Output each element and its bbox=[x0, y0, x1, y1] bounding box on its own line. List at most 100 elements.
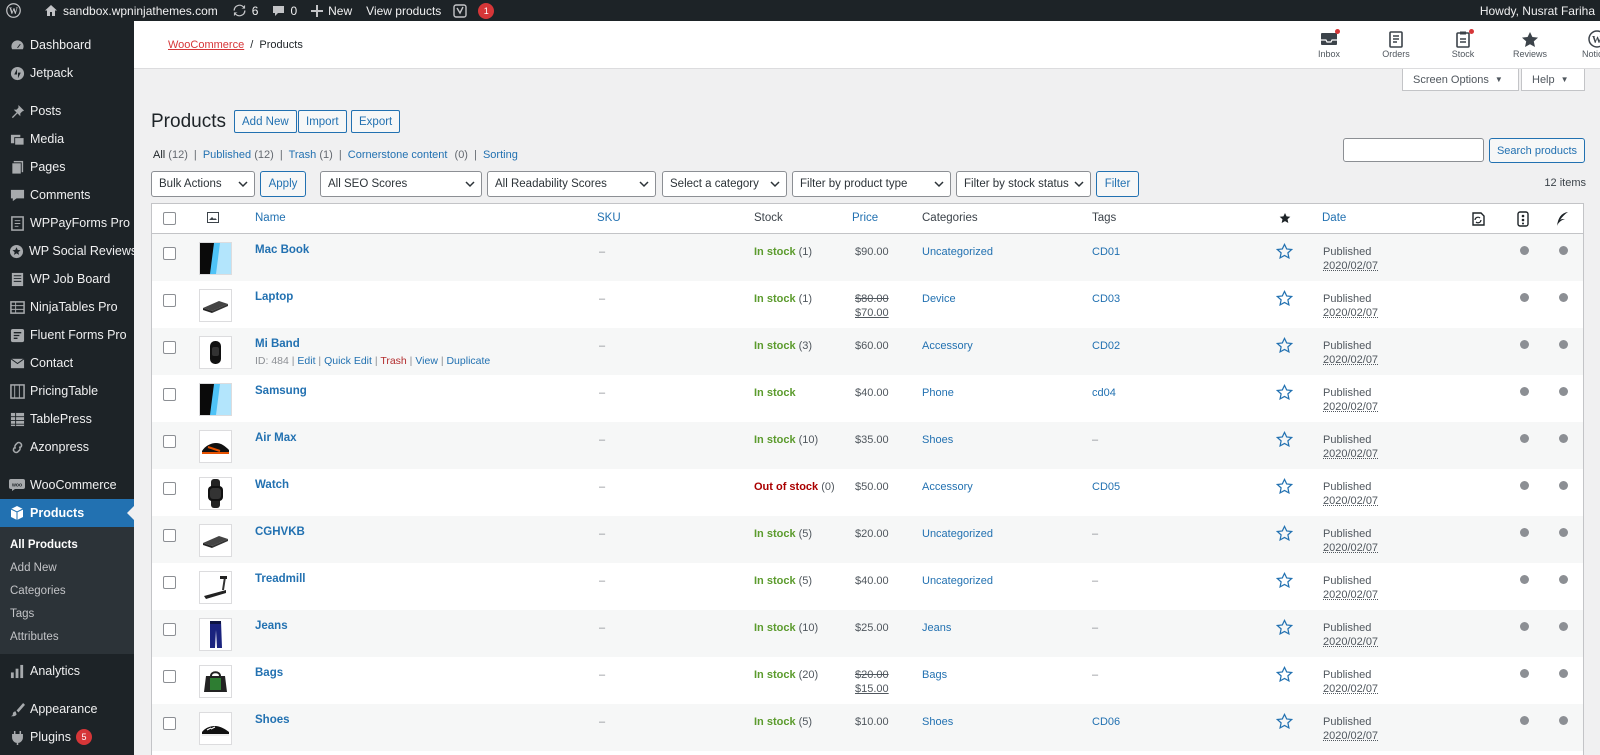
product-thumbnail[interactable] bbox=[199, 289, 232, 322]
category-link[interactable]: Accessory bbox=[922, 481, 973, 493]
activity-orders-button[interactable]: Orders bbox=[1363, 29, 1429, 59]
help-button[interactable]: Help ▼ bbox=[1521, 69, 1585, 91]
column-price-sort[interactable]: Price bbox=[852, 212, 878, 224]
search-input[interactable] bbox=[1343, 138, 1484, 162]
featured-star-icon[interactable] bbox=[1275, 477, 1294, 497]
sidebar-item-media[interactable]: Media bbox=[0, 125, 134, 153]
yoast-menu[interactable]: 1 bbox=[448, 0, 499, 21]
product-thumbnail[interactable] bbox=[199, 477, 232, 510]
product-name-link[interactable]: Shoes bbox=[255, 714, 290, 726]
product-thumbnail[interactable] bbox=[199, 383, 232, 416]
view-all[interactable]: All (12) bbox=[153, 149, 188, 161]
row-checkbox[interactable] bbox=[163, 482, 176, 495]
product-name-link[interactable]: Watch bbox=[255, 479, 289, 491]
product-name-link[interactable]: Jeans bbox=[255, 620, 288, 632]
product-name-link[interactable]: Bags bbox=[255, 667, 283, 679]
sidebar-item-ninjatables[interactable]: NinjaTables Pro bbox=[0, 293, 134, 321]
tag-link[interactable]: CD03 bbox=[1092, 293, 1120, 305]
category-link[interactable]: Accessory bbox=[922, 340, 973, 352]
apply-button[interactable]: Apply bbox=[260, 171, 306, 197]
category-link[interactable]: Device bbox=[922, 293, 956, 305]
tag-link[interactable]: CD02 bbox=[1092, 340, 1120, 352]
product-thumbnail[interactable] bbox=[199, 242, 232, 275]
category-link[interactable]: Uncategorized bbox=[922, 246, 993, 258]
sidebar-item-wp-job-board[interactable]: WP Job Board bbox=[0, 265, 134, 293]
sidebar-item-comments[interactable]: Comments bbox=[0, 181, 134, 209]
row-checkbox[interactable] bbox=[163, 717, 176, 730]
category-link[interactable]: Uncategorized bbox=[922, 575, 993, 587]
product-type-select[interactable]: Filter by product type bbox=[792, 171, 951, 197]
site-name-link[interactable]: sandbox.wpninjathemes.com bbox=[39, 0, 223, 21]
sidebar-item-plugins[interactable]: Plugins 5 bbox=[0, 723, 134, 751]
sidebar-item-dashboard[interactable]: Dashboard bbox=[0, 31, 134, 59]
import-button[interactable]: Import bbox=[298, 110, 347, 133]
row-checkbox[interactable] bbox=[163, 623, 176, 636]
featured-star-icon[interactable] bbox=[1275, 336, 1294, 356]
row-checkbox[interactable] bbox=[163, 670, 176, 683]
sidebar-item-pages[interactable]: Pages bbox=[0, 153, 134, 181]
tag-link[interactable]: CD01 bbox=[1092, 246, 1120, 258]
category-link[interactable]: Uncategorized bbox=[922, 528, 993, 540]
product-thumbnail[interactable] bbox=[199, 524, 232, 557]
category-select[interactable]: Select a category bbox=[662, 171, 787, 197]
sidebar-item-contact[interactable]: Contact bbox=[0, 349, 134, 377]
row-checkbox[interactable] bbox=[163, 435, 176, 448]
product-thumbnail[interactable] bbox=[199, 430, 232, 463]
updates-link[interactable]: 6 bbox=[227, 0, 264, 21]
comments-link[interactable]: 0 bbox=[267, 0, 302, 21]
product-name-link[interactable]: Laptop bbox=[255, 291, 293, 303]
tag-link[interactable]: cd04 bbox=[1092, 387, 1116, 399]
row-checkbox[interactable] bbox=[163, 388, 176, 401]
product-name-link[interactable]: Treadmill bbox=[255, 573, 306, 585]
select-all-checkbox[interactable] bbox=[163, 212, 176, 225]
category-link[interactable]: Bags bbox=[922, 669, 947, 681]
quick-edit-link[interactable]: Quick Edit bbox=[324, 355, 372, 367]
row-checkbox[interactable] bbox=[163, 341, 176, 354]
featured-star-icon[interactable] bbox=[1275, 571, 1294, 591]
screen-options-button[interactable]: Screen Options ▼ bbox=[1402, 69, 1519, 91]
column-name-sort[interactable]: Name bbox=[255, 212, 286, 224]
submenu-add-new[interactable]: Add New bbox=[0, 556, 134, 579]
export-button[interactable]: Export bbox=[351, 110, 401, 133]
duplicate-link[interactable]: Duplicate bbox=[446, 355, 490, 367]
column-date-sort[interactable]: Date bbox=[1322, 212, 1346, 224]
trash-link[interactable]: Trash bbox=[380, 355, 406, 367]
new-content-link[interactable]: New bbox=[306, 0, 357, 21]
row-checkbox[interactable] bbox=[163, 576, 176, 589]
category-link[interactable]: Shoes bbox=[922, 434, 953, 446]
product-thumbnail[interactable] bbox=[199, 712, 232, 745]
sidebar-item-wppayforms[interactable]: WPPayForms Pro bbox=[0, 209, 134, 237]
edit-link[interactable]: Edit bbox=[297, 355, 315, 367]
product-name-link[interactable]: Mi Band bbox=[255, 338, 300, 350]
product-thumbnail[interactable] bbox=[199, 336, 232, 369]
sidebar-item-posts[interactable]: Posts bbox=[0, 97, 134, 125]
submenu-tags[interactable]: Tags bbox=[0, 602, 134, 625]
sidebar-item-pricingtable[interactable]: PricingTable bbox=[0, 377, 134, 405]
featured-star-icon[interactable] bbox=[1275, 289, 1294, 309]
activity-stock-button[interactable]: Stock bbox=[1430, 29, 1496, 59]
sidebar-item-wp-social-reviews[interactable]: WP Social Reviews bbox=[0, 237, 134, 265]
featured-star-icon[interactable] bbox=[1279, 212, 1291, 227]
seo-score-select[interactable]: All SEO Scores bbox=[320, 171, 482, 197]
view-published[interactable]: Published (12) bbox=[203, 149, 274, 161]
breadcrumb-woocommerce-link[interactable]: WooCommerce bbox=[168, 39, 244, 51]
product-name-link[interactable]: Samsung bbox=[255, 385, 307, 397]
category-link[interactable]: Shoes bbox=[922, 716, 953, 728]
product-thumbnail[interactable] bbox=[199, 571, 232, 604]
row-checkbox[interactable] bbox=[163, 294, 176, 307]
row-checkbox[interactable] bbox=[163, 529, 176, 542]
category-link[interactable]: Phone bbox=[922, 387, 954, 399]
view-cornerstone[interactable]: Cornerstone content (0) bbox=[348, 149, 468, 161]
featured-star-icon[interactable] bbox=[1275, 712, 1294, 732]
view-products-link[interactable]: View products bbox=[361, 0, 446, 21]
view-sorting[interactable]: Sorting bbox=[483, 149, 518, 161]
bulk-actions-select[interactable]: Bulk Actions bbox=[151, 171, 255, 197]
sidebar-item-jetpack[interactable]: Jetpack bbox=[0, 59, 134, 87]
row-checkbox[interactable] bbox=[163, 247, 176, 260]
search-products-button[interactable]: Search products bbox=[1489, 138, 1585, 163]
submenu-attributes[interactable]: Attributes bbox=[0, 625, 134, 648]
featured-star-icon[interactable] bbox=[1275, 618, 1294, 638]
sidebar-item-tablepress[interactable]: TablePress bbox=[0, 405, 134, 433]
product-name-link[interactable]: CGHVKB bbox=[255, 526, 305, 538]
sidebar-item-appearance[interactable]: Appearance bbox=[0, 695, 134, 723]
